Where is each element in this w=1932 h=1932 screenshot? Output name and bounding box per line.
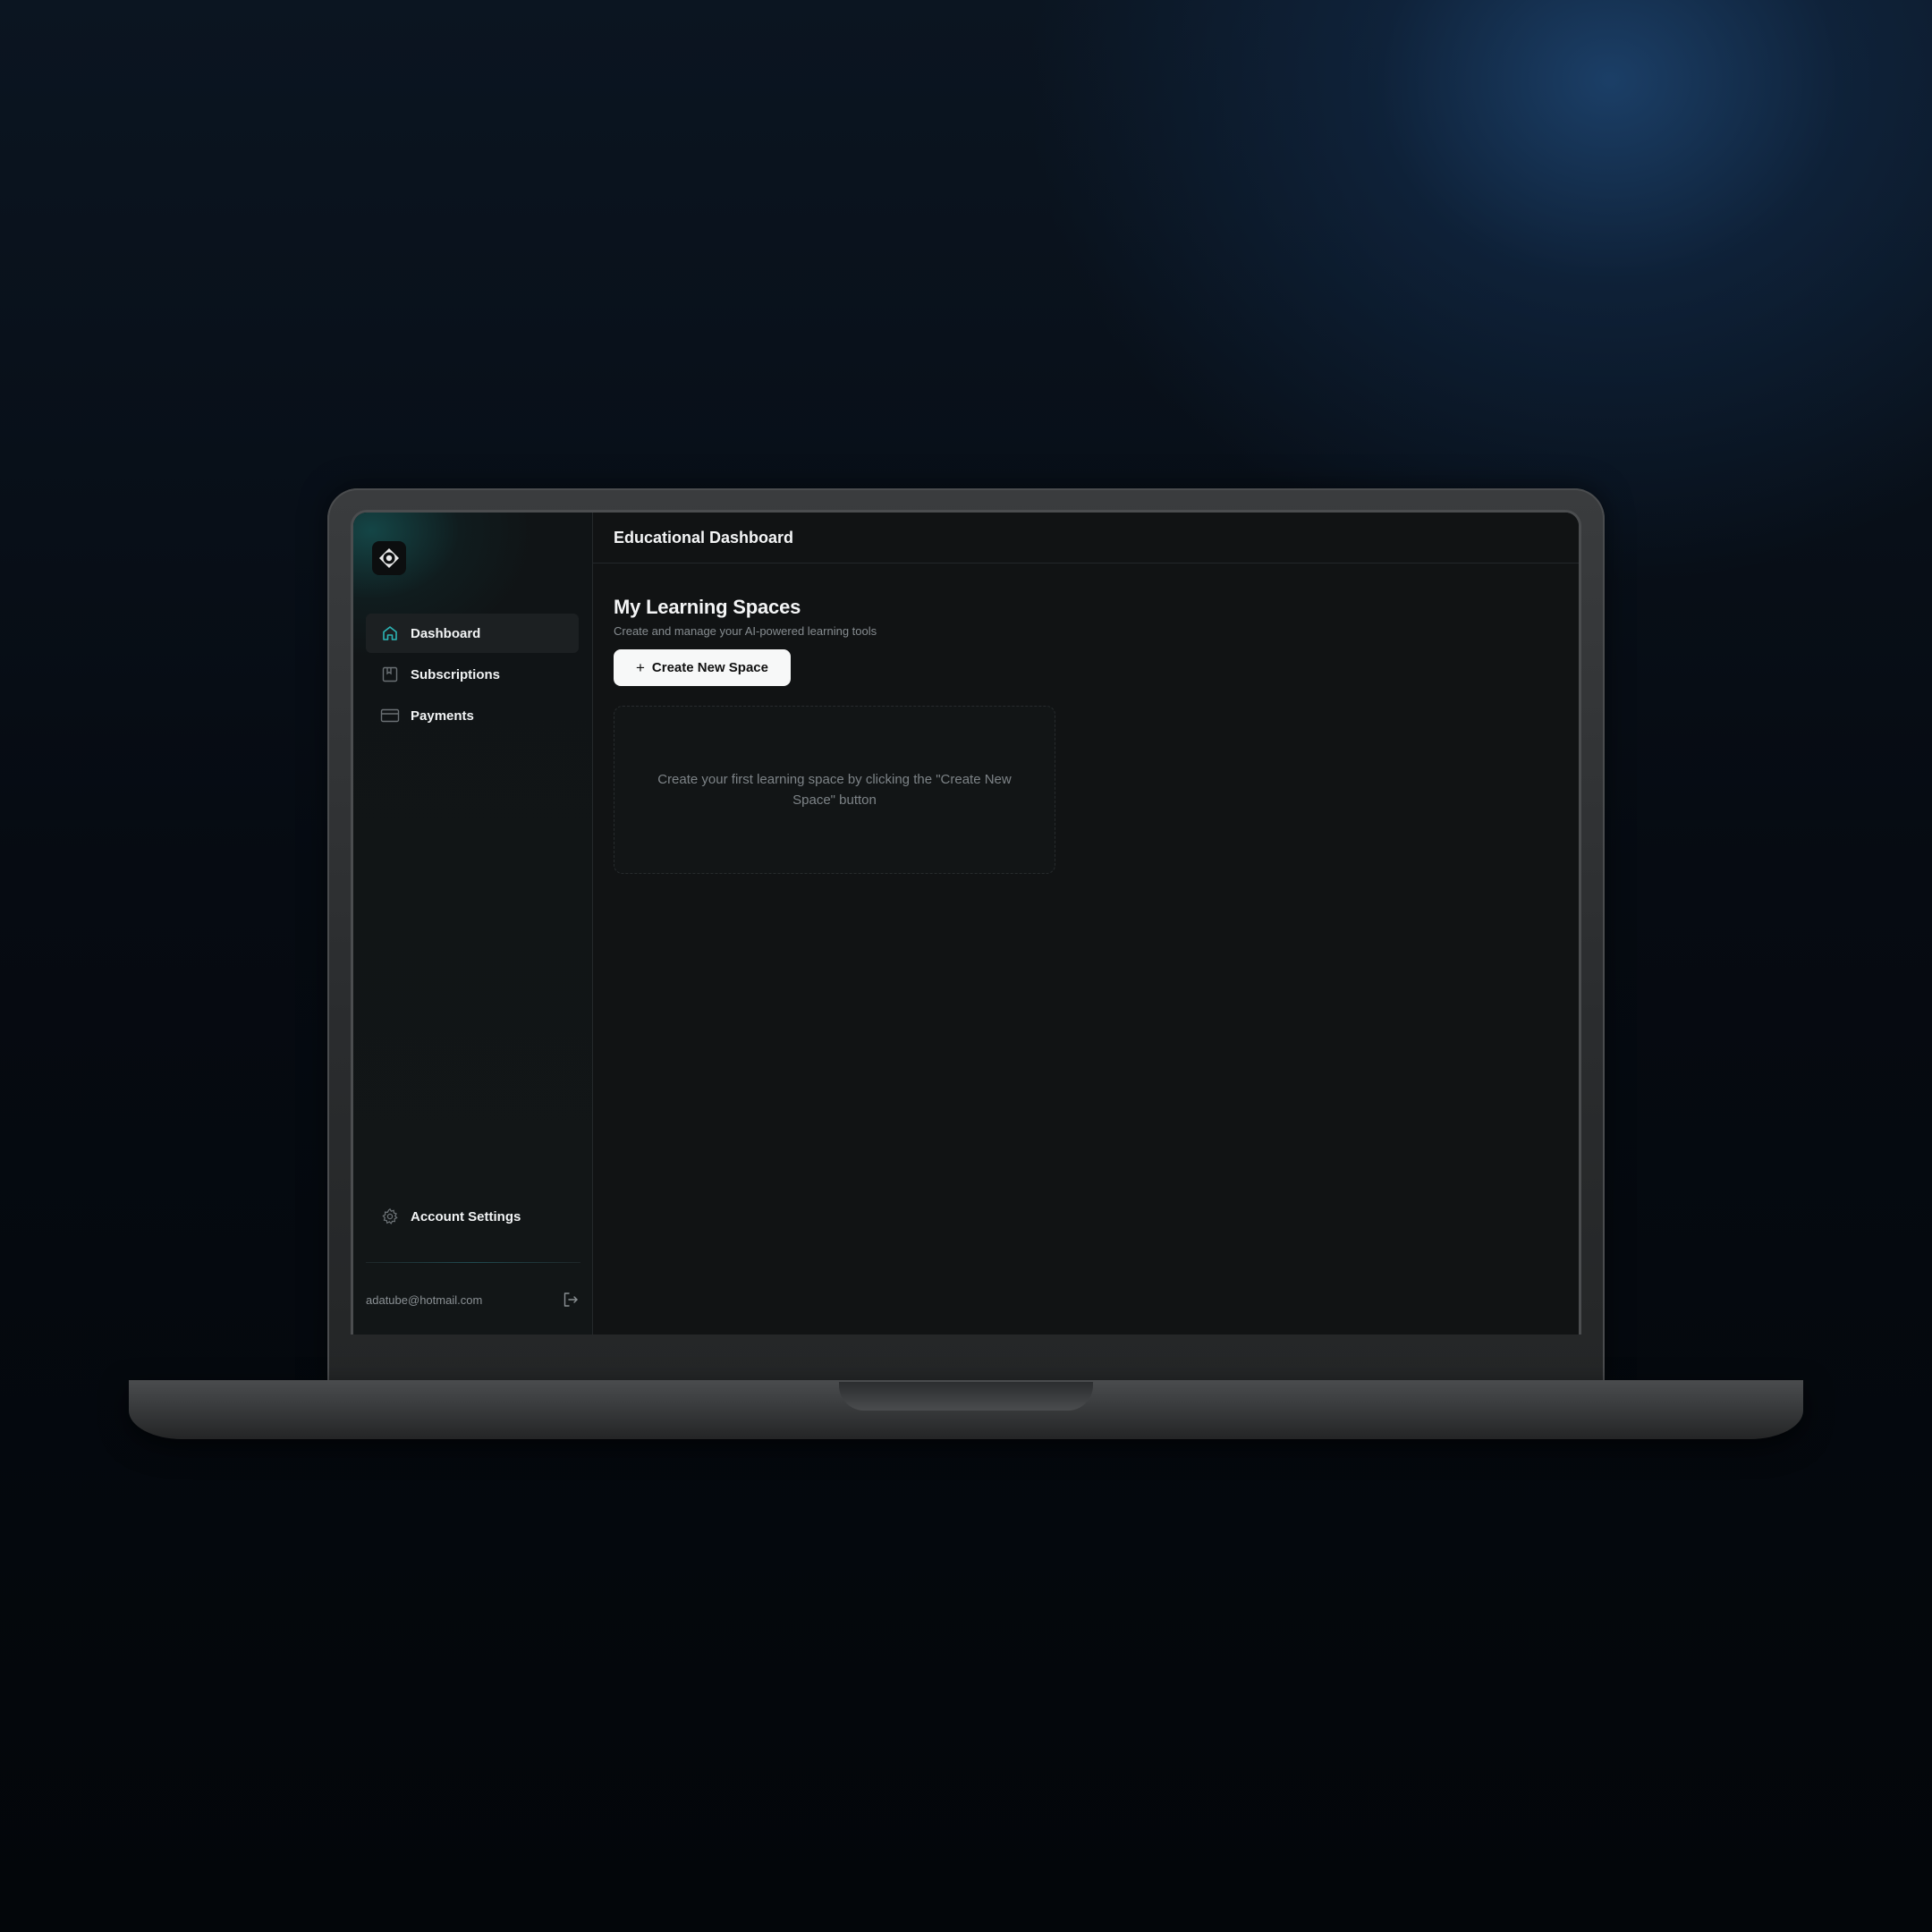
- learning-spaces-section: My Learning Spaces Create and manage you…: [614, 596, 1055, 874]
- sidebar-divider: [366, 1262, 580, 1263]
- credit-card-icon: [380, 706, 400, 725]
- sidebar-nav: Dashboard Subscriptions Payments: [366, 614, 579, 737]
- user-email: adatube@hotmail.com: [366, 1292, 483, 1307]
- topbar: Educational Dashboard: [593, 513, 1579, 564]
- home-icon: [380, 623, 400, 643]
- account-settings-label: Account Settings: [411, 1208, 521, 1224]
- page-subtitle: Create and manage your AI-powered learni…: [614, 624, 877, 638]
- laptop-screen: Dashboard Subscriptions Payments Account…: [351, 510, 1581, 1335]
- page-title: My Learning Spaces: [614, 596, 801, 618]
- gear-icon: [380, 1207, 400, 1226]
- app-window: Dashboard Subscriptions Payments Account…: [353, 513, 1579, 1335]
- sidebar-item-payments[interactable]: Payments: [366, 696, 579, 735]
- diamond-ring-logo-icon: [379, 548, 399, 568]
- sidebar-item-account-settings[interactable]: Account Settings: [366, 1197, 579, 1236]
- create-new-space-label: Create New Space: [651, 660, 768, 675]
- sidebar-item-label: Payments: [411, 708, 474, 724]
- create-new-space-button[interactable]: + Create New Space: [614, 649, 791, 686]
- sidebar-item-subscriptions[interactable]: Subscriptions: [366, 655, 579, 694]
- plus-icon: +: [635, 659, 645, 676]
- user-row: adatube@hotmail.com: [366, 1289, 580, 1310]
- logout-icon[interactable]: [561, 1290, 580, 1309]
- page-header-title: Educational Dashboard: [614, 528, 794, 547]
- empty-state-card: Create your first learning space by clic…: [614, 706, 1055, 874]
- empty-state-text: Create your first learning space by clic…: [657, 772, 1012, 808]
- sidebar-item-dashboard[interactable]: Dashboard: [366, 614, 579, 653]
- laptop-notch: [839, 1382, 1093, 1411]
- sidebar: Dashboard Subscriptions Payments Account…: [353, 513, 593, 1335]
- sidebar-item-label: Subscriptions: [411, 666, 501, 682]
- app-logo[interactable]: [372, 541, 406, 575]
- sidebar-item-label: Dashboard: [411, 625, 481, 641]
- main-panel: Educational Dashboard My Learning Spaces…: [593, 513, 1579, 1335]
- bookmark-icon: [380, 665, 400, 684]
